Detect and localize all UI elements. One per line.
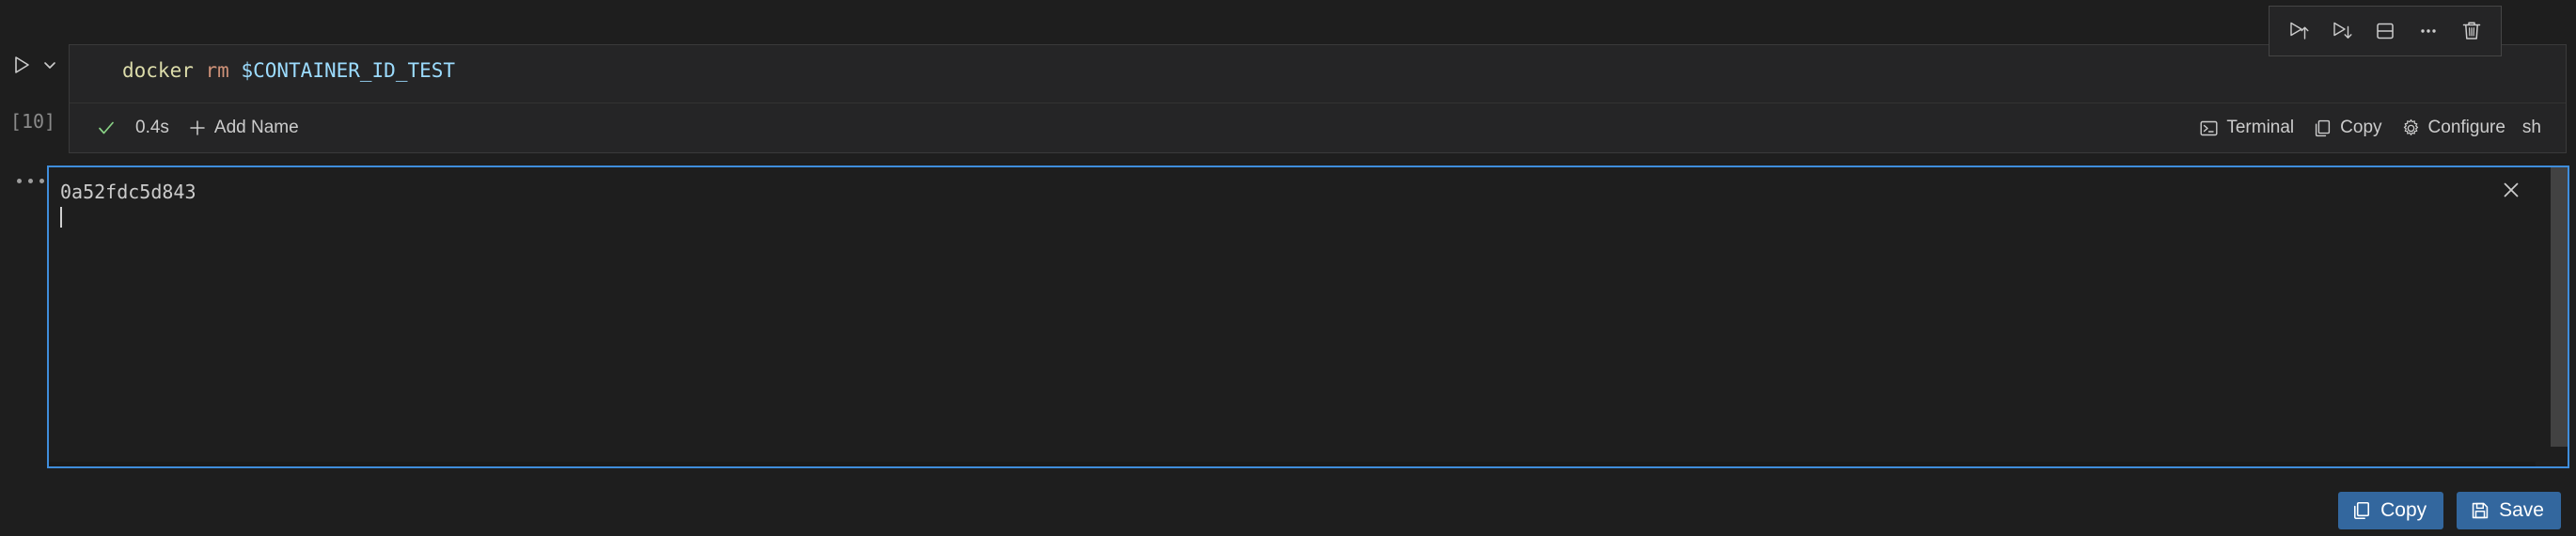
status-bar-right: Terminal Copy Configure sh <box>2190 114 2549 142</box>
add-name-button[interactable]: Add Name <box>179 114 308 142</box>
cell-language-selector[interactable]: sh <box>2515 114 2549 142</box>
configure-button[interactable]: Configure <box>2392 114 2515 142</box>
cell-status-bar: 0.4s Add Name Terminal Copy Configure sh <box>70 102 2566 152</box>
scrollbar-thumb[interactable] <box>49 462 2279 466</box>
output-cursor <box>60 207 62 228</box>
ellipsis-icon <box>27 178 33 183</box>
cell-action-toolbar <box>2269 6 2502 56</box>
output-line: 0a52fdc5d843 <box>60 181 196 203</box>
close-output-button[interactable] <box>2498 177 2524 203</box>
trash-icon <box>2462 22 2481 39</box>
copy-output-button[interactable]: Copy <box>2303 114 2391 142</box>
run-cell-button[interactable] <box>9 53 34 77</box>
copy-button-label: Copy <box>2380 499 2427 521</box>
delete-cell-button[interactable] <box>2452 13 2491 49</box>
copy-icon <box>2313 118 2333 138</box>
more-actions-button[interactable] <box>2409 13 2448 49</box>
check-icon <box>96 118 117 138</box>
output-vertical-scrollbar[interactable] <box>2551 167 2568 447</box>
run-below-button[interactable] <box>2322 13 2362 49</box>
status-bar-left: 0.4s Add Name <box>86 114 308 142</box>
plus-icon <box>188 118 207 137</box>
save-button[interactable]: Save <box>2457 492 2561 529</box>
save-icon <box>2470 500 2490 521</box>
add-name-label: Add Name <box>213 118 299 137</box>
cell-collapse-chevron[interactable] <box>39 55 60 75</box>
output-action-buttons: Copy Save <box>2338 492 2561 529</box>
chevron-down-icon <box>44 62 55 69</box>
execution-count: [10] <box>9 110 56 133</box>
cell-container: docker rm $CONTAINER_ID_TEST 0.4s Add Na… <box>69 44 2567 153</box>
split-cell-icon <box>2377 23 2394 39</box>
terminal-button[interactable]: Terminal <box>2190 114 2303 142</box>
ellipsis-icon <box>16 178 22 183</box>
execution-status <box>86 114 126 142</box>
code-token-subcommand: rm <box>205 59 229 82</box>
terminal-icon <box>2199 118 2219 138</box>
code-line: docker rm $CONTAINER_ID_TEST <box>122 58 455 83</box>
cell-output-panel[interactable]: 0a52fdc5d843 <box>47 166 2569 468</box>
copy-button[interactable]: Copy <box>2338 492 2444 529</box>
output-content: 0a52fdc5d843 <box>60 180 196 230</box>
notebook-cell: [10] docker rm $CONTAINER_ID_TEST 0.4s A… <box>0 0 2576 536</box>
code-editor[interactable]: docker rm $CONTAINER_ID_TEST <box>70 45 2566 102</box>
gear-icon <box>2401 118 2421 138</box>
ellipsis-icon <box>2421 29 2436 33</box>
output-horizontal-scrollbar[interactable] <box>49 462 2536 466</box>
ellipsis-icon <box>39 178 44 183</box>
run-above-button[interactable] <box>2279 13 2318 49</box>
code-token-command: docker <box>122 59 194 82</box>
code-token-variable: $CONTAINER_ID_TEST <box>241 59 456 82</box>
copy-label: Copy <box>2340 118 2382 137</box>
play-up-icon <box>2290 22 2309 39</box>
split-cell-button[interactable] <box>2365 13 2405 49</box>
play-down-icon <box>2333 22 2352 39</box>
execution-duration: 0.4s <box>135 118 169 137</box>
output-collapse-toggle[interactable] <box>11 171 49 190</box>
copy-icon <box>2351 500 2372 521</box>
play-icon <box>15 56 29 73</box>
close-icon <box>2504 182 2519 197</box>
save-button-label: Save <box>2499 499 2544 521</box>
configure-label: Configure <box>2427 118 2505 137</box>
terminal-label: Terminal <box>2226 118 2295 137</box>
